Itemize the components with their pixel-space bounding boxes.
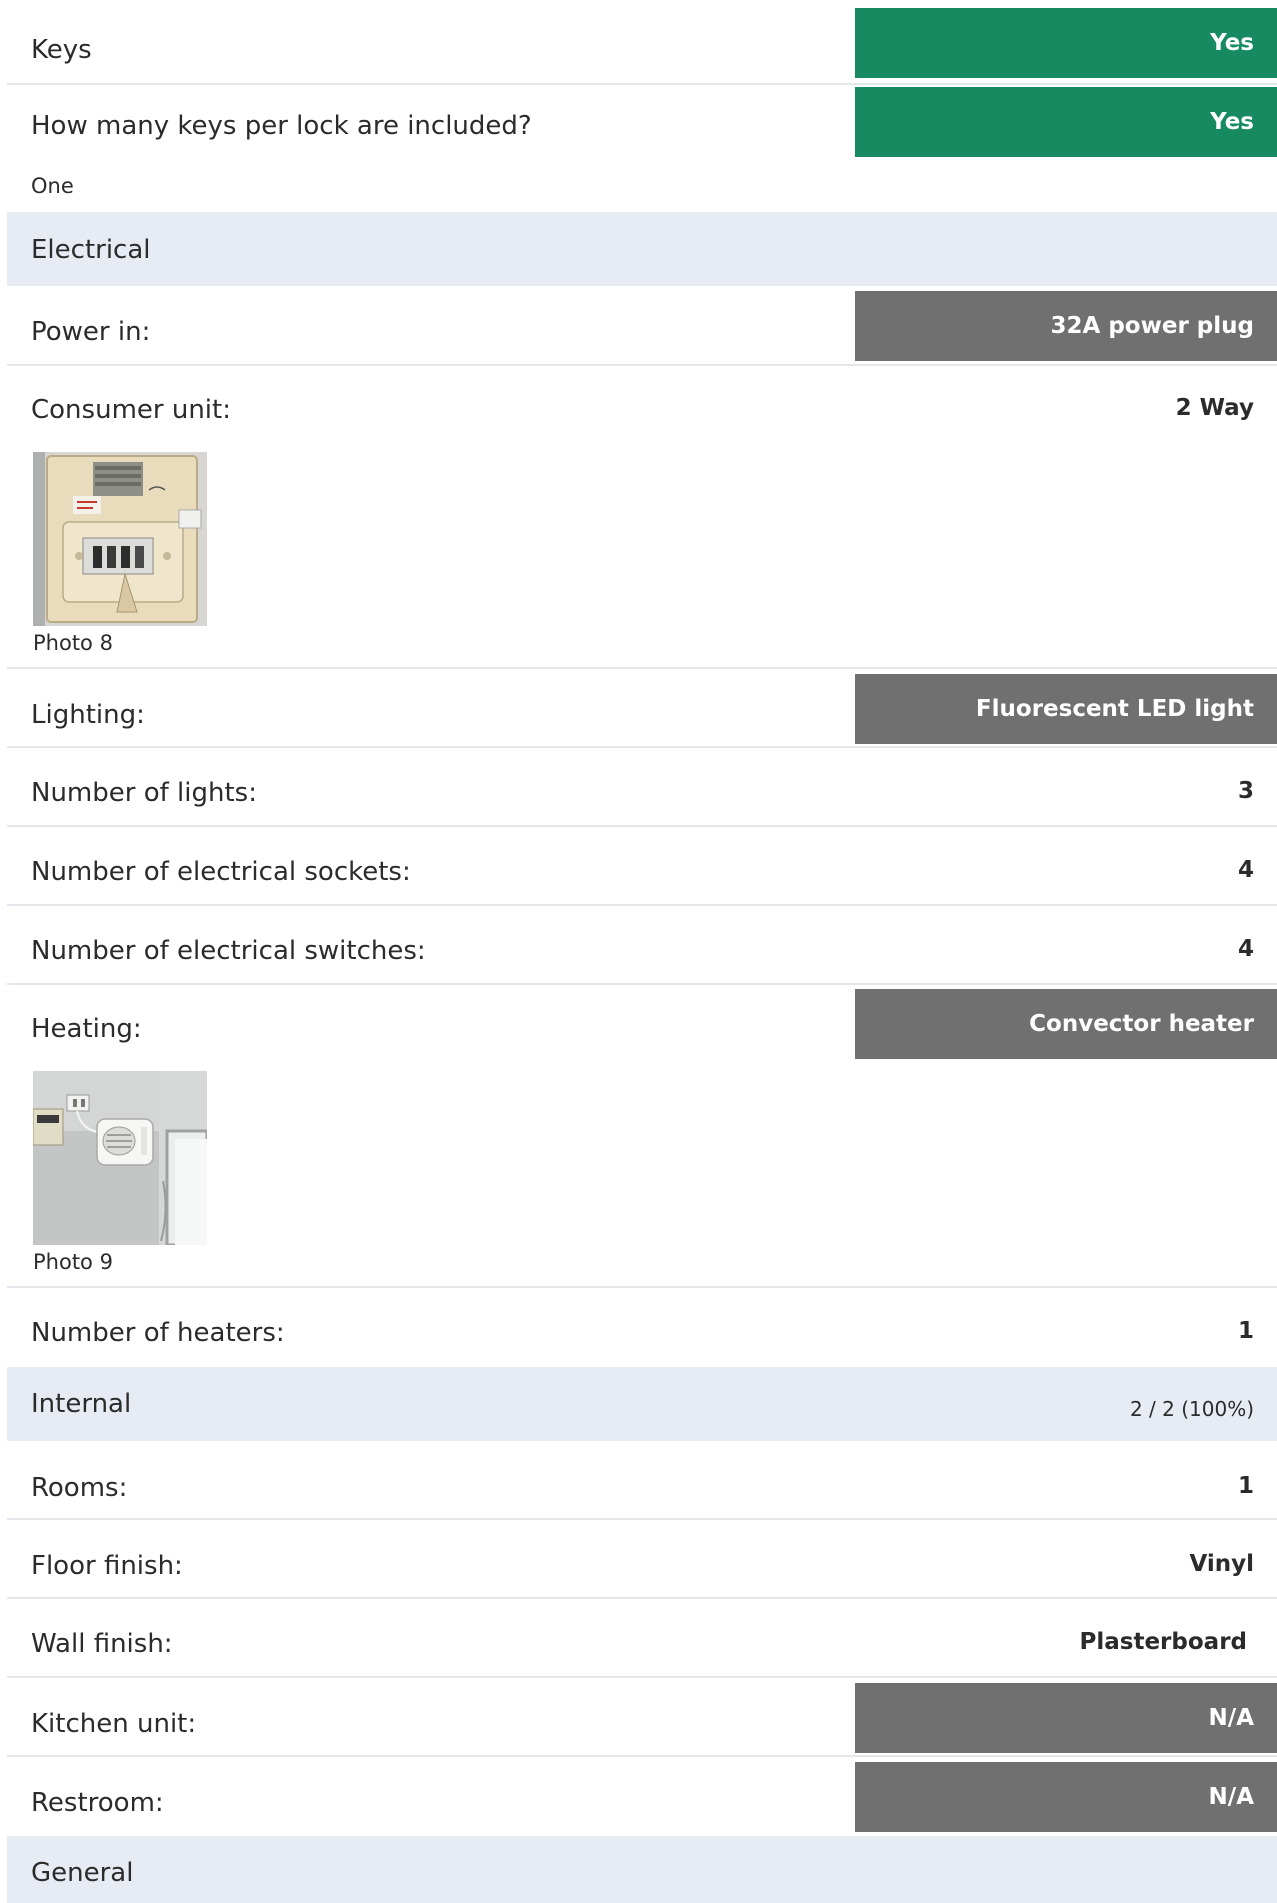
row-value: 4 — [1237, 936, 1254, 962]
heating-badge: Convector heater — [855, 989, 1277, 1059]
consumer-unit-photo[interactable] — [33, 452, 207, 626]
row-number-of-heaters: Number of heaters: 1 — [7, 1288, 1277, 1367]
row-number-of-lights: Number of lights: 3 — [7, 748, 1277, 827]
row-floor-finish: Floor finish: Vinyl — [7, 1520, 1277, 1599]
row-number-of-switches: Number of electrical switches: 4 — [7, 906, 1277, 985]
section-title: Internal — [31, 1389, 132, 1419]
section-electrical: Electrical — [7, 212, 1277, 286]
row-label: Rooms: — [31, 1473, 128, 1503]
row-label: Heating: — [31, 1014, 142, 1044]
answer-note: One — [31, 174, 74, 198]
row-label: Consumer unit: — [31, 395, 231, 425]
section-title: General — [31, 1858, 134, 1888]
row-label: How many keys per lock are included? — [31, 111, 532, 141]
section-internal: Internal 2 / 2 (100%) — [7, 1367, 1277, 1441]
power-in-badge: 32A power plug — [855, 291, 1277, 361]
restroom-badge: N/A — [855, 1762, 1277, 1832]
row-label: Number of lights: — [31, 778, 257, 808]
section-progress: 2 / 2 (100%) — [1129, 1397, 1254, 1421]
row-value: Vinyl — [1189, 1551, 1254, 1577]
row-label: Number of electrical switches: — [31, 936, 426, 966]
section-general: General — [7, 1836, 1277, 1903]
heating-photo[interactable] — [33, 1071, 207, 1245]
row-value: 3 — [1237, 778, 1254, 804]
section-title: Electrical — [31, 235, 151, 265]
row-label: Lighting: — [31, 700, 145, 730]
keys-status-badge: Yes — [855, 8, 1277, 78]
row-number-of-sockets: Number of electrical sockets: 4 — [7, 827, 1277, 906]
row-value: 4 — [1237, 857, 1254, 883]
row-value: 1 — [1237, 1318, 1254, 1344]
lighting-badge: Fluorescent LED light — [855, 674, 1277, 744]
row-label: Floor finish: — [31, 1551, 183, 1581]
row-value: Plasterboard — [1079, 1629, 1247, 1655]
photo-caption: Photo 9 — [33, 1250, 113, 1274]
row-wall-finish: Wall finish: Plasterboard — [7, 1599, 1277, 1678]
photo-caption: Photo 8 — [33, 631, 113, 655]
kitchen-unit-badge: N/A — [855, 1683, 1277, 1753]
row-label: Restroom: — [31, 1788, 164, 1818]
consumer-unit-photo-image — [33, 452, 207, 626]
row-rooms: Rooms: 1 — [7, 1441, 1277, 1520]
row-value: 1 — [1237, 1473, 1254, 1499]
keys-per-lock-status-badge: Yes — [855, 87, 1277, 157]
row-label: Number of heaters: — [31, 1318, 285, 1348]
row-label: Kitchen unit: — [31, 1709, 197, 1739]
row-value: 2 Way — [1175, 395, 1254, 421]
row-label: Keys — [31, 35, 92, 65]
heating-photo-image — [33, 1071, 207, 1245]
row-label: Power in: — [31, 317, 151, 347]
row-label: Wall finish: — [31, 1629, 173, 1659]
row-label: Number of electrical sockets: — [31, 857, 411, 887]
inspection-report: Keys Yes How many keys per lock are incl… — [0, 0, 1277, 1903]
